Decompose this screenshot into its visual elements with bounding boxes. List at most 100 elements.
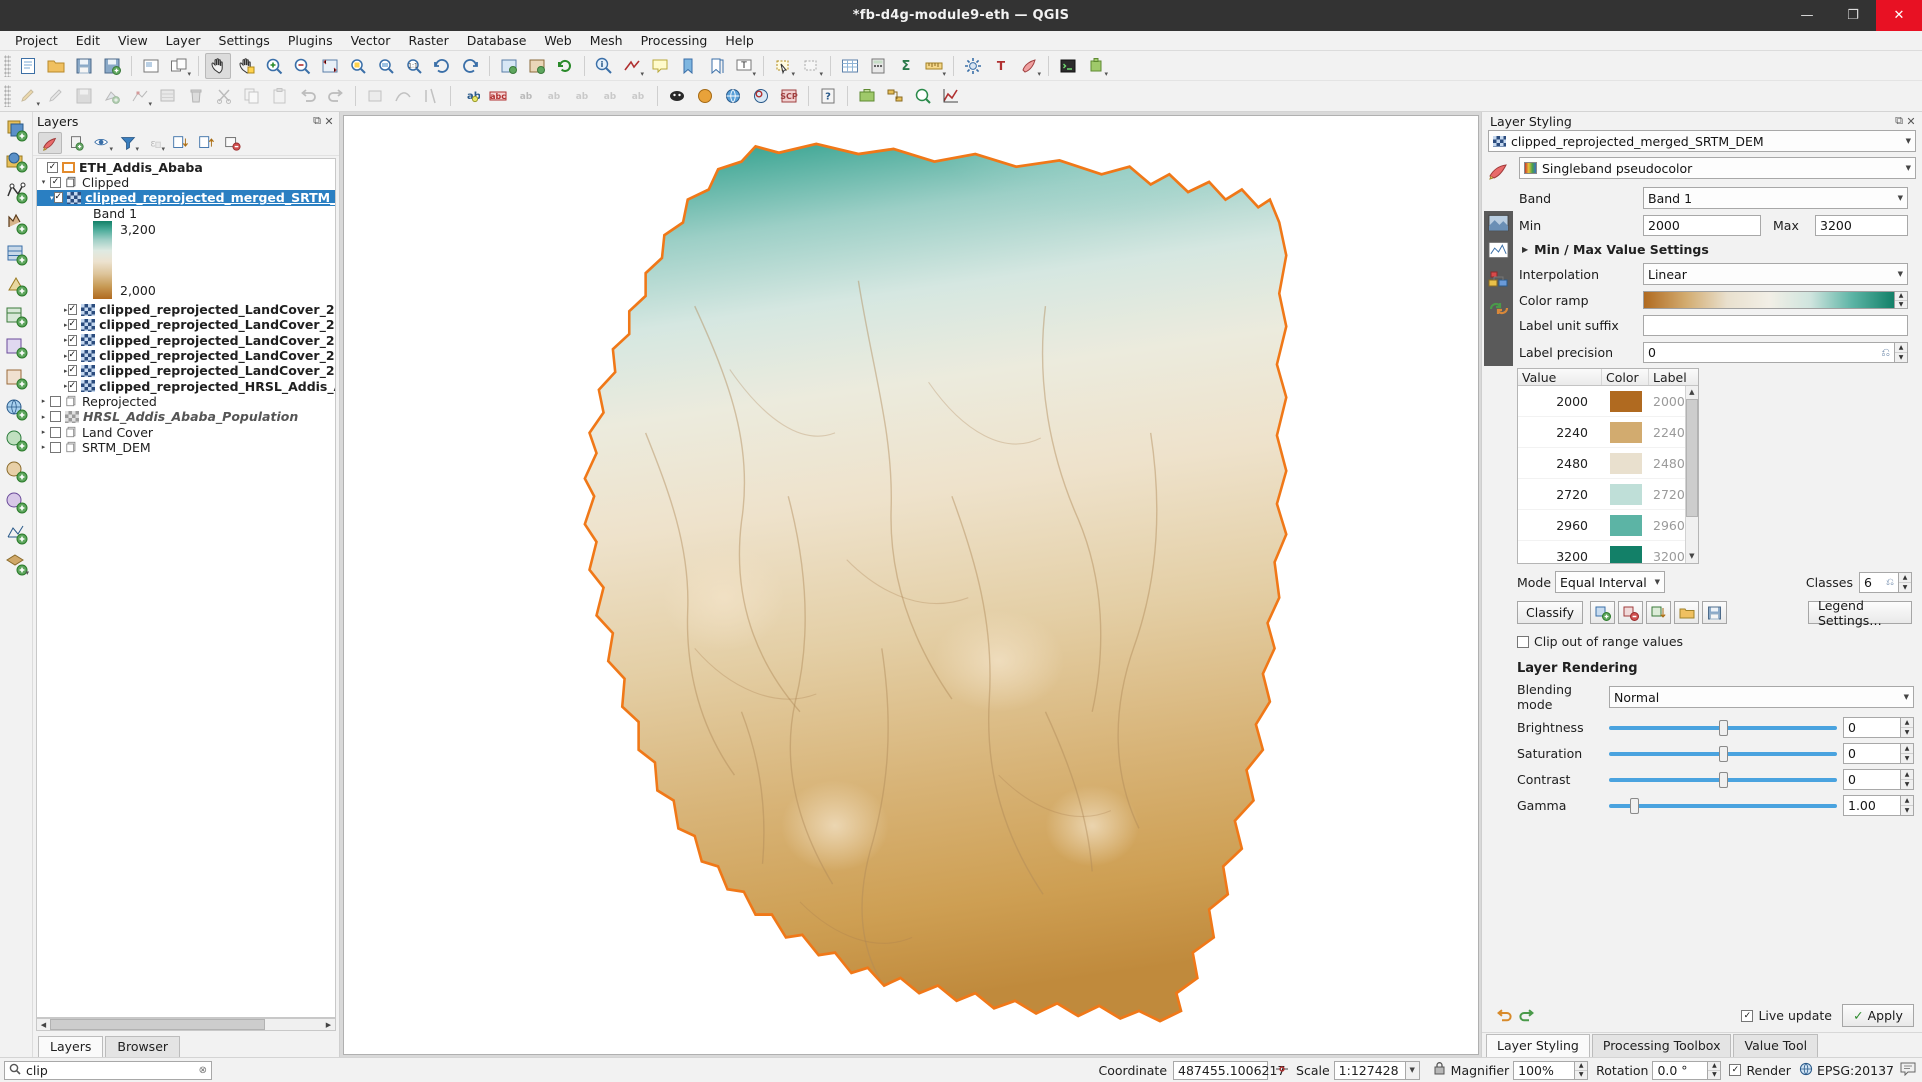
chevron-down-icon[interactable]: ▾ — [148, 100, 152, 108]
class-color-swatch[interactable] — [1602, 483, 1649, 505]
add-vector-layer-icon[interactable] — [2, 116, 30, 144]
sort-classes-button[interactable] — [1646, 601, 1671, 624]
blending-combo[interactable]: Normal ▼ — [1609, 686, 1914, 708]
chevron-down-icon[interactable]: ▾ — [942, 70, 946, 78]
add-feature-icon[interactable] — [99, 83, 125, 109]
renderer-combo[interactable]: Singleband pseudocolor ▼ — [1519, 157, 1916, 179]
refresh-icon[interactable] — [552, 53, 578, 79]
add-class-button[interactable] — [1590, 601, 1615, 624]
message-icon[interactable] — [1900, 1062, 1918, 1079]
expander-icon[interactable]: ▸ — [37, 428, 50, 436]
toolbar-grip-2[interactable] — [4, 85, 11, 107]
show-hide-labels-icon[interactable]: ab — [541, 83, 567, 109]
add-mssql-layer-icon[interactable] — [2, 271, 30, 299]
processing-toolbox-icon[interactable] — [854, 83, 880, 109]
modify-attributes-icon[interactable] — [155, 83, 181, 109]
add-polygon-feature-icon[interactable] — [362, 83, 388, 109]
chevron-down-icon[interactable]: ▼ — [1895, 300, 1907, 308]
live-update-checkbox[interactable]: ✓ — [1741, 1009, 1754, 1022]
gamma-input[interactable]: 1.00 — [1843, 795, 1901, 816]
class-value[interactable]: 2000 — [1518, 394, 1602, 409]
layer-checkbox[interactable]: ✓ — [67, 319, 78, 331]
deselect-features-icon[interactable]: ▾ — [798, 53, 824, 79]
data-defined-override-icon[interactable]: ⎌ — [1886, 577, 1894, 588]
help-contents-icon[interactable]: ? — [815, 83, 841, 109]
scroll-up-icon[interactable]: ▲ — [1686, 386, 1698, 399]
layer-row-clipped-reprojected-merged-srtm-dem[interactable]: ▾ ✓ clipped_reprojected_merged_SRTM_DEM — [37, 190, 335, 206]
measure-line-icon[interactable]: ▾ — [619, 53, 645, 79]
vertex-tool-icon[interactable]: ▾ — [127, 83, 153, 109]
class-row[interactable]: 3200 3200 — [1518, 541, 1685, 563]
saturation-spinner[interactable]: ▲ ▼ — [1901, 743, 1914, 764]
text-annotation-icon[interactable]: T ▾ — [731, 53, 757, 79]
python-console-icon[interactable] — [1055, 53, 1081, 79]
chevron-down-icon[interactable]: ▾ — [109, 145, 113, 153]
mode-combo[interactable]: Equal Interval ▼ — [1555, 571, 1665, 593]
menu-layer[interactable]: Layer — [157, 32, 210, 49]
max-input[interactable]: 3200 — [1815, 215, 1908, 236]
statistical-summary-icon[interactable]: Σ — [893, 53, 919, 79]
map-tips-icon[interactable] — [647, 53, 673, 79]
slider-knob[interactable] — [1719, 771, 1728, 788]
add-spatialite-layer-icon[interactable] — [2, 209, 30, 237]
add-virtual-layer-icon[interactable] — [2, 364, 30, 392]
zoom-full-icon[interactable] — [317, 53, 343, 79]
remove-layer-icon[interactable] — [220, 132, 244, 154]
class-row[interactable]: 2000 2000 — [1518, 386, 1685, 417]
toolbar-grip[interactable] — [4, 54, 11, 77]
label-toolbar-icon[interactable]: ab — [457, 83, 483, 109]
chevron-up-icon[interactable]: ▲ — [1575, 1061, 1588, 1071]
expand-all-icon[interactable] — [168, 132, 192, 154]
chevron-down-icon[interactable]: ▾ — [1104, 70, 1108, 78]
label-unit-suffix-input[interactable] — [1643, 315, 1908, 336]
symbology-tab-icon[interactable] — [1488, 158, 1510, 184]
rotate-label-icon[interactable]: ab — [597, 83, 623, 109]
zoom-next-icon[interactable] — [457, 53, 483, 79]
rendering-tab-icon[interactable] — [1488, 269, 1510, 292]
layer-checkbox[interactable]: ✓ — [67, 304, 78, 316]
expander-icon[interactable]: ▸ — [37, 443, 50, 451]
menu-edit[interactable]: Edit — [67, 32, 109, 49]
menu-project[interactable]: Project — [6, 32, 67, 49]
layer-checkbox[interactable]: ✓ — [53, 192, 64, 204]
saturation-slider[interactable] — [1609, 744, 1837, 764]
chevron-down-icon[interactable]: ▾ — [161, 145, 165, 153]
tab-processing-toolbox[interactable]: Processing Toolbox — [1591, 1034, 1732, 1057]
scrollbar-track[interactable] — [50, 1019, 322, 1030]
group-checkbox[interactable]: ✓ — [50, 176, 61, 188]
class-value[interactable]: 3200 — [1518, 549, 1602, 563]
new-print-layout-icon[interactable] — [138, 53, 164, 79]
chevron-down-icon[interactable]: ▾ — [819, 70, 823, 78]
class-color-swatch[interactable] — [1602, 514, 1649, 536]
class-label[interactable]: 2480 — [1649, 456, 1685, 471]
class-value[interactable]: 2240 — [1518, 425, 1602, 440]
scroll-left-icon[interactable]: ◀ — [37, 1021, 50, 1029]
layer-row-hrsl-population[interactable]: ▸ HRSL_Addis_Ababa_Population — [37, 409, 335, 424]
float-style-panel-icon[interactable]: ⧉ — [1893, 114, 1905, 128]
split-features-icon[interactable] — [418, 83, 444, 109]
chevron-down-icon[interactable]: ▼ — [1899, 582, 1911, 592]
gamma-spinner[interactable]: ▲ ▼ — [1901, 795, 1914, 816]
highlight-labels-icon[interactable]: abc — [485, 83, 511, 109]
class-color-swatch[interactable] — [1602, 546, 1649, 563]
menu-settings[interactable]: Settings — [210, 32, 279, 49]
chevron-down-icon[interactable]: ▼ — [1708, 1070, 1721, 1079]
class-row[interactable]: 2240 2240 — [1518, 417, 1685, 448]
pan-map-icon[interactable] — [205, 52, 231, 79]
layer-row-reprojected-group[interactable]: ▸ Reprojected — [37, 394, 335, 409]
close-panel-icon[interactable]: ✕ — [323, 115, 335, 128]
layer-checkbox[interactable]: ✓ — [67, 365, 78, 377]
paste-features-icon[interactable] — [267, 83, 293, 109]
minimize-button[interactable]: — — [1784, 0, 1830, 31]
chevron-down-icon[interactable]: ▼ — [1902, 164, 1911, 172]
class-row[interactable]: 2720 2720 — [1518, 479, 1685, 510]
class-label[interactable]: 2720 — [1649, 487, 1685, 502]
scroll-down-icon[interactable]: ▼ — [1686, 550, 1698, 563]
style-manager-icon[interactable]: ▾ — [1016, 53, 1042, 79]
brightness-input[interactable]: 0 — [1843, 717, 1901, 738]
layer-labeling-icon[interactable]: T — [988, 53, 1014, 79]
gamma-slider[interactable] — [1609, 796, 1837, 816]
layer-row-hrsl-addis-ababa[interactable]: ▸ ✓ clipped_reprojected_HRSL_Addis_Ababa — [37, 378, 335, 394]
chevron-down-icon[interactable]: ▼ — [1901, 780, 1913, 789]
openlayers-icon[interactable] — [720, 83, 746, 109]
